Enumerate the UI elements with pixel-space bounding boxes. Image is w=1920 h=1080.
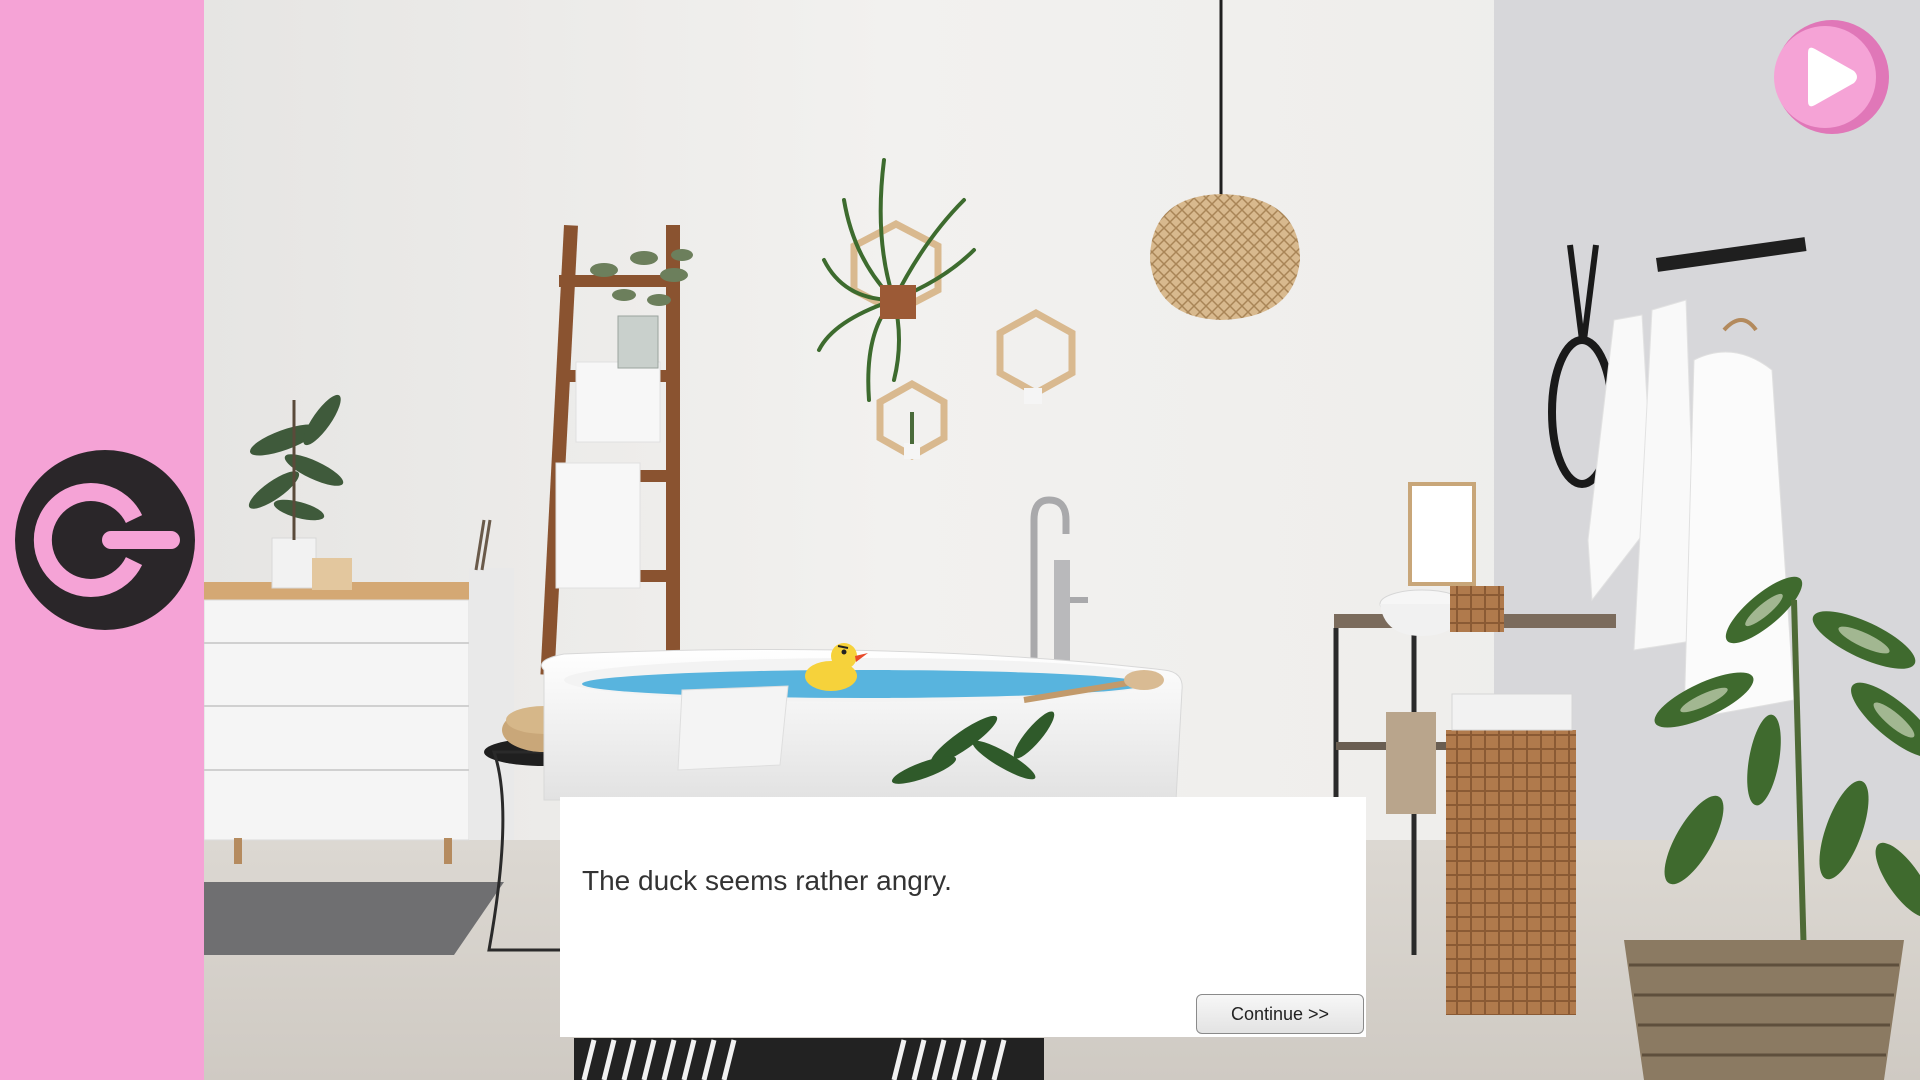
dialog-text: The duck seems rather angry.: [582, 865, 952, 896]
power-button[interactable]: [14, 449, 196, 631]
play-icon: [1774, 20, 1889, 134]
play-button[interactable]: [1774, 19, 1890, 135]
continue-button[interactable]: Continue >>: [1196, 994, 1364, 1034]
dialog-box: The duck seems rather angry. Continue >>: [560, 797, 1366, 1037]
sidebar: [0, 0, 204, 1080]
power-icon: [15, 450, 195, 630]
